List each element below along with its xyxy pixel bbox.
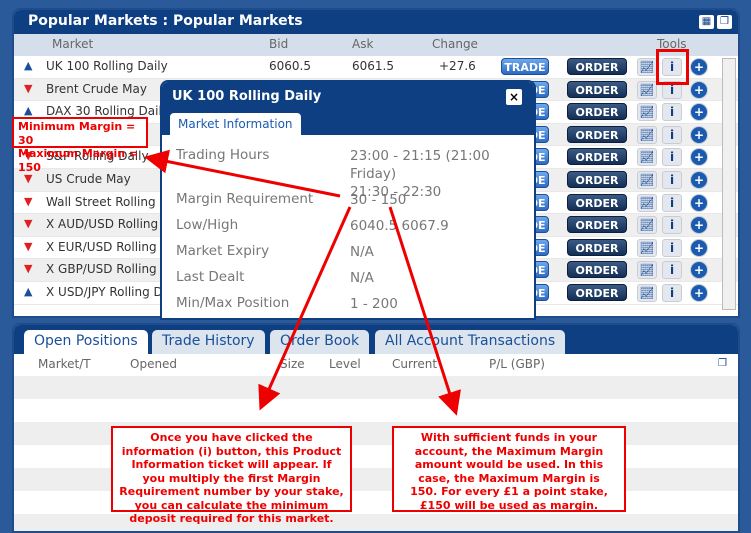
arrow-to-sp [144,149,341,198]
arrow-to-note-right [388,206,461,416]
annotation-arrows [144,149,461,416]
arrow-to-note-left [258,206,352,411]
